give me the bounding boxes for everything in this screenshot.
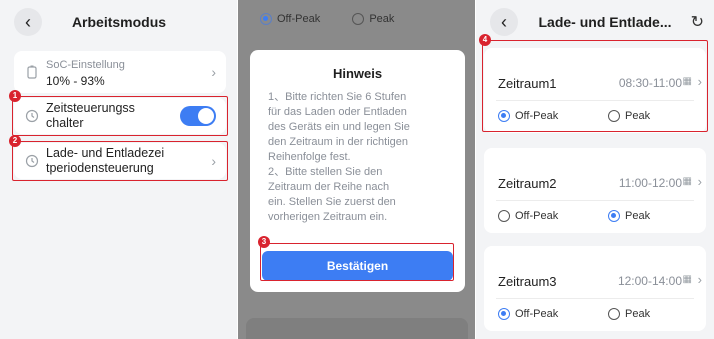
dialog-line: 1、Bitte richten Sie 6 Stufen xyxy=(268,91,407,103)
off-peak-radio[interactable]: Off-Peak xyxy=(498,210,559,223)
step-badge-2: 2 xyxy=(9,135,21,147)
dialog-line: ein. Stellen Sie zuerst den xyxy=(268,196,396,208)
off-peak-label: Off-Peak xyxy=(515,210,559,222)
step-badge-1: 1 xyxy=(9,90,21,102)
dialog-line: des Geräts ein und legen Sie xyxy=(268,121,410,133)
battery-icon xyxy=(27,65,37,79)
dialog-line: für das Laden oder Entladen xyxy=(268,106,407,118)
highlight-box-4 xyxy=(482,40,708,132)
period-card-3: Zeitraum3 12:00-14:00 ▦ › Off-Peak Peak xyxy=(484,246,706,331)
dialog-line: Reihenfolge fest. xyxy=(268,151,351,163)
charge-period-screen: ‹ Lade- und Entlade... ↻ Zeitraum1 08:30… xyxy=(476,0,714,339)
refresh-icon[interactable]: ↻ xyxy=(691,12,704,32)
bg-off-peak-label: Off-Peak xyxy=(277,13,321,26)
chevron-right-icon: › xyxy=(697,272,702,287)
soc-setting-row[interactable]: SoC-Einstellung 10% - 93% › xyxy=(14,51,226,93)
off-peak-label: Off-Peak xyxy=(515,308,559,320)
soc-value: 10% - 93% xyxy=(46,74,105,88)
dialog-line: Zeitraum der Reihe nach xyxy=(268,181,390,193)
soc-label: SoC-Einstellung xyxy=(46,59,125,71)
background-radio-row: Off-Peak Peak xyxy=(260,13,395,26)
chevron-right-icon: › xyxy=(697,174,702,189)
peak-label: Peak xyxy=(625,308,651,320)
bg-peak-label: Peak xyxy=(369,13,395,26)
dialog-line: 2、Bitte stellen Sie den xyxy=(268,166,383,178)
header: ‹ Lade- und Entlade... ↻ xyxy=(476,0,714,44)
dialog-line: den Zeitraum in der richtigen xyxy=(268,136,409,148)
calendar-icon: ▦ xyxy=(682,176,692,187)
period-name: Zeitraum2 xyxy=(498,176,557,191)
divider xyxy=(496,200,694,201)
radio-selected-icon xyxy=(608,210,620,223)
highlight-box-1 xyxy=(12,96,228,136)
page-title: Lade- und Entlade... xyxy=(538,14,672,30)
period-time[interactable]: 12:00-14:00 xyxy=(618,274,682,288)
page-title: Arbeitsmodus xyxy=(71,14,167,30)
dialog-body: 1、Bitte richten Sie 6 Stufen für das Lad… xyxy=(268,90,455,225)
dialog-line: vorherigen Zeitraum ein. xyxy=(268,211,388,223)
highlight-box-2 xyxy=(12,141,228,181)
radio-empty-icon xyxy=(498,210,510,223)
chevron-right-icon: › xyxy=(211,64,216,80)
highlight-box-3 xyxy=(260,243,454,281)
dialog-title: Hinweis xyxy=(332,66,383,81)
period-name: Zeitraum3 xyxy=(498,274,557,289)
work-mode-screen: ‹ Arbeitsmodus SoC-Einstellung 10% - 93%… xyxy=(0,0,238,339)
hint-dialog-screen: Off-Peak Peak Hinweis 1、Bitte richten Si… xyxy=(238,0,476,339)
divider xyxy=(496,298,694,299)
peak-label: Peak xyxy=(625,210,651,222)
period-card-2: Zeitraum2 11:00-12:00 ▦ › Off-Peak Peak xyxy=(484,148,706,233)
radio-selected-icon xyxy=(498,308,510,321)
radio-selected-icon xyxy=(260,13,272,26)
radio-empty-icon xyxy=(608,308,620,321)
calendar-icon: ▦ xyxy=(682,274,692,285)
step-badge-3: 3 xyxy=(258,236,270,248)
radio-empty-icon xyxy=(352,13,365,26)
off-peak-radio[interactable]: Off-Peak xyxy=(498,308,559,321)
peak-radio[interactable]: Peak xyxy=(608,210,651,223)
peak-radio[interactable]: Peak xyxy=(608,308,651,321)
header: ‹ Arbeitsmodus xyxy=(0,0,238,44)
step-badge-4: 4 xyxy=(479,34,491,46)
period-time[interactable]: 11:00-12:00 xyxy=(619,176,682,190)
background-card xyxy=(246,318,468,339)
